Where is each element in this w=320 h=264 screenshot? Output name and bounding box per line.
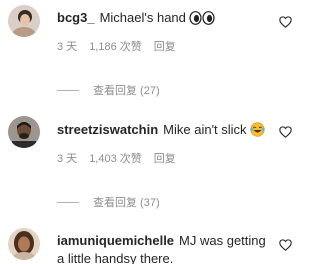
- view-replies-label: 查看回复 (37): [93, 197, 160, 209]
- view-replies-button[interactable]: 查看回复 (37): [57, 194, 160, 210]
- eyes-emoji: [189, 11, 215, 30]
- reply-button[interactable]: 回复: [154, 40, 176, 54]
- avatar-image: [8, 5, 40, 37]
- comment-username[interactable]: streetziswatchin: [57, 122, 158, 137]
- avatar-image: [8, 228, 40, 260]
- avatar[interactable]: [8, 116, 40, 148]
- avatar[interactable]: [8, 5, 40, 37]
- comment-text-line: iamuniquemichelle MJ was getting a little…: [57, 232, 276, 264]
- comment-username[interactable]: iamuniquemichelle: [57, 233, 174, 248]
- comment-time: 3 天: [57, 153, 78, 165]
- comment-text-line: bcg3_ Michael's hand: [57, 9, 276, 30]
- avatar-image: [8, 116, 40, 148]
- comment-username[interactable]: bcg3_: [57, 10, 95, 25]
- comment-text: Michael's hand: [99, 10, 186, 25]
- divider-line: [57, 89, 79, 91]
- comment-text: Mike ain't slick: [163, 122, 247, 137]
- view-replies-label: 查看回复 (27): [93, 85, 160, 97]
- avatar[interactable]: [8, 228, 40, 260]
- comment-meta: 3 天 1,403 次赞 回复: [57, 152, 176, 166]
- divider-line: [57, 201, 79, 203]
- comment-meta: 3 天 1,186 次赞 回复: [57, 40, 176, 54]
- comment-text-line: streetziswatchin Mike ain't slick: [57, 121, 276, 142]
- comment-likes[interactable]: 1,403 次赞: [89, 152, 142, 166]
- comment-time: 3 天: [57, 41, 78, 53]
- heart-outline-icon[interactable]: [279, 239, 292, 251]
- laughing-emoji: [249, 122, 265, 142]
- heart-outline-icon[interactable]: [279, 126, 292, 138]
- reply-button[interactable]: 回复: [154, 152, 176, 166]
- view-replies-button[interactable]: 查看回复 (27): [57, 82, 160, 98]
- comment-likes[interactable]: 1,186 次赞: [89, 40, 142, 54]
- heart-outline-icon[interactable]: [279, 16, 292, 28]
